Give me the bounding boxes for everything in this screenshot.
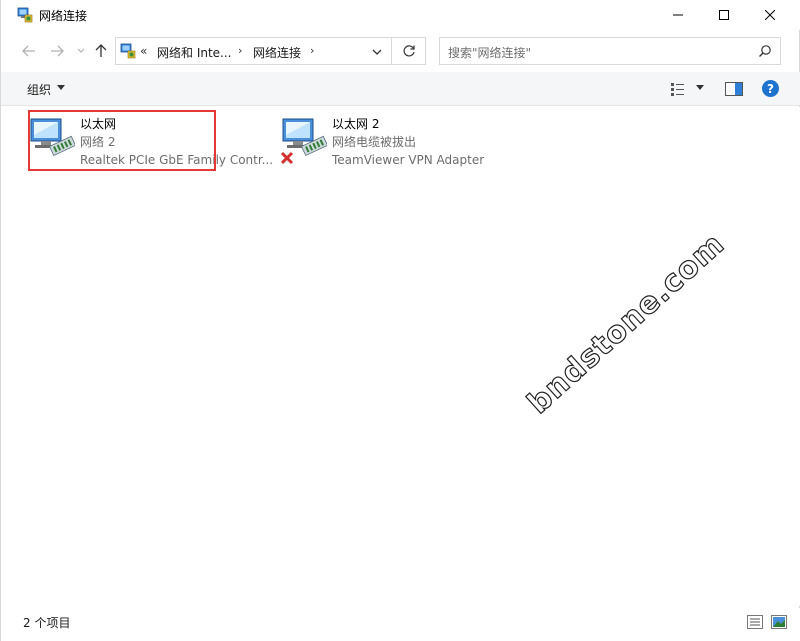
breadcrumb-separator[interactable]: › (310, 44, 314, 57)
search-placeholder: 搜索"网络连接" (448, 46, 532, 60)
forward-button[interactable] (47, 40, 67, 62)
breadcrumb-network-internet[interactable]: 网络和 Inte... (157, 44, 232, 61)
preview-pane-icon[interactable] (725, 82, 743, 96)
connection-status: 网络电缆被拔出 (332, 135, 417, 149)
connection-item-ethernet[interactable]: 以太网 网络 2 Realtek PCIe GbE Family Contr..… (29, 113, 273, 173)
search-box[interactable]: 搜索"网络连接" (439, 37, 781, 65)
command-bar: 组织 ? (1, 72, 800, 106)
up-button[interactable] (91, 40, 111, 62)
refresh-icon (403, 45, 415, 57)
up-arrow-icon (95, 44, 107, 57)
navigation-bar: « 网络和 Inte... › 网络连接 › 搜索"网络连接" (1, 30, 800, 72)
network-connections-icon (17, 7, 33, 23)
breadcrumb-network-connections[interactable]: 网络连接 (253, 44, 301, 61)
caret-down-icon[interactable] (696, 85, 704, 90)
network-adapter-disconnected-icon (281, 118, 327, 165)
back-button[interactable] (19, 40, 39, 62)
status-bar: 2 个项目 (1, 608, 800, 641)
connection-item-ethernet-2[interactable]: 以太网 2 网络电缆被拔出 TeamViewer VPN Adapter (281, 113, 501, 173)
caret-down-icon[interactable] (57, 85, 65, 90)
details-view-icon[interactable] (747, 615, 763, 629)
connection-network: 网络 2 (80, 135, 116, 149)
large-icons-view-icon[interactable] (771, 615, 787, 629)
maximize-icon (719, 10, 729, 20)
breadcrumb-overflow[interactable]: « (140, 44, 147, 58)
chevron-down-icon (77, 48, 85, 53)
connection-name: 以太网 (80, 117, 117, 131)
connection-name: 以太网 2 (332, 117, 380, 131)
explorer-window: 网络连接 « 网络和 Inte... › 网络连接 › 搜索"网络连接" 组织 … (0, 0, 800, 641)
forward-arrow-icon (51, 45, 64, 57)
breadcrumb-separator[interactable]: › (238, 44, 242, 57)
item-count: 2 个项目 (23, 616, 71, 630)
recent-locations-button[interactable] (71, 40, 91, 62)
search-icon[interactable] (758, 44, 772, 58)
organize-button[interactable]: 组织 (27, 81, 51, 98)
connection-adapter: Realtek PCIe GbE Family Contr... (80, 153, 274, 167)
title-bar: 网络连接 (1, 0, 800, 30)
chevron-down-icon[interactable] (370, 46, 384, 58)
minimize-icon (673, 14, 683, 16)
maximize-button[interactable] (701, 0, 747, 30)
close-button[interactable] (747, 0, 793, 30)
change-view-icon[interactable] (670, 81, 686, 97)
back-arrow-icon (22, 45, 35, 57)
address-bar[interactable]: « 网络和 Inte... › 网络连接 › (115, 37, 392, 65)
connection-details: 以太网 2 网络电缆被拔出 TeamViewer VPN Adapter (332, 115, 484, 169)
network-adapter-icon (30, 118, 75, 157)
network-connections-icon (120, 43, 136, 59)
close-icon (765, 10, 775, 20)
refresh-button[interactable] (392, 37, 426, 65)
help-button[interactable]: ? (762, 80, 779, 97)
file-list: 以太网 网络 2 Realtek PCIe GbE Family Contr..… (1, 107, 800, 606)
minimize-button[interactable] (655, 0, 701, 30)
window-title: 网络连接 (39, 9, 88, 23)
connection-adapter: TeamViewer VPN Adapter (332, 153, 485, 167)
connection-details: 以太网 网络 2 Realtek PCIe GbE Family Contr..… (80, 115, 273, 169)
